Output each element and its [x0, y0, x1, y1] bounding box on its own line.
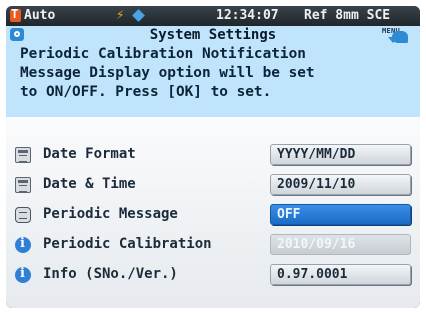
- setting-row-date-format[interactable]: Date Format YYYY/MM/DD: [6, 141, 420, 169]
- setting-label: Periodic Calibration: [43, 236, 212, 252]
- flash-icon: ⚡: [116, 7, 125, 23]
- setting-label: Date Format: [43, 146, 136, 162]
- setting-row-info[interactable]: Info (SNo./Ver.) 0.97.0001: [6, 261, 420, 289]
- calendar-icon: [15, 147, 31, 163]
- message-icon: [15, 207, 31, 223]
- settings-list: Date Format YYYY/MM/DD Date & Time 2009/…: [6, 117, 420, 308]
- setting-row-date-time[interactable]: Date & Time 2009/11/10: [6, 171, 420, 199]
- mode-label: Auto: [24, 8, 56, 23]
- setting-label: Periodic Message: [43, 206, 178, 222]
- sensor-icon: [132, 9, 145, 22]
- measurement-mode-info: Ref 8mm SCE: [304, 8, 391, 23]
- setting-label: Info (SNo./Ver.): [43, 266, 178, 282]
- title-bar: System Settings MENU: [6, 26, 420, 44]
- setting-label: Date & Time: [43, 176, 136, 192]
- auto-mode-icon: [10, 7, 21, 22]
- periodic-message-value-button[interactable]: OFF: [270, 204, 411, 225]
- back-arrow-icon: [388, 31, 408, 43]
- info-icon: [15, 236, 31, 253]
- date-time-value-button[interactable]: 2009/11/10: [270, 174, 411, 195]
- page-title: System Settings: [149, 27, 277, 43]
- notification-message: Periodic Calibration Notification Messag…: [6, 44, 420, 117]
- info-icon: [15, 266, 31, 283]
- notification-line: to ON/OFF. Press [OK] to set.: [20, 84, 272, 100]
- menu-back-button[interactable]: MENU: [382, 27, 414, 43]
- periodic-calibration-value-button: 2010/09/16: [270, 234, 411, 255]
- info-value-button[interactable]: 0.97.0001: [270, 264, 411, 285]
- calendar-icon: [15, 177, 31, 193]
- date-format-value-button[interactable]: YYYY/MM/DD: [270, 144, 411, 165]
- clock: 12:34:07: [216, 8, 279, 23]
- setting-row-periodic-message[interactable]: Periodic Message OFF: [6, 201, 420, 229]
- device-screen: Auto ⚡ 12:34:07 Ref 8mm SCE System Setti…: [6, 6, 420, 308]
- status-bar: Auto ⚡ 12:34:07 Ref 8mm SCE: [6, 6, 420, 26]
- setting-row-periodic-calibration[interactable]: Periodic Calibration 2010/09/16: [6, 231, 420, 259]
- notification-line: Message Display option will be set: [20, 65, 315, 81]
- notification-line: Periodic Calibration Notification: [20, 46, 306, 62]
